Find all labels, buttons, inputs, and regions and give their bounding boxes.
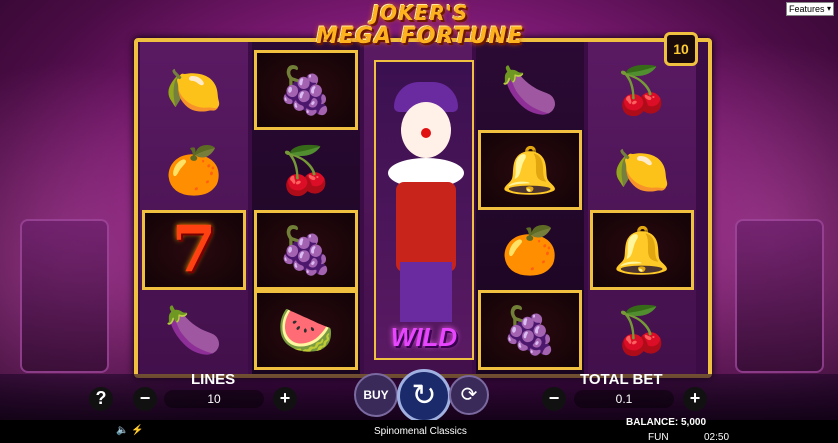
- lines-value: 10: [164, 390, 264, 408]
- logo-line2: MEGA FORTUNE: [316, 24, 524, 49]
- speed-icon[interactable]: ⚡: [131, 425, 143, 436]
- lines-plus-button[interactable]: +: [273, 387, 297, 411]
- symbol-orange: 🍊: [501, 224, 559, 276]
- features-select[interactable]: Features: [786, 2, 834, 16]
- lines-label: LINES: [191, 371, 236, 388]
- buy-button[interactable]: BUY: [354, 373, 398, 417]
- lines-count-badge: 10: [664, 32, 698, 66]
- joker-wild-symbol: [374, 60, 474, 360]
- joker-body: [396, 182, 456, 272]
- slot-machine-bg-right: [735, 219, 824, 373]
- symbol-cherry: 🍒: [277, 144, 335, 196]
- mode-text: FUN: [648, 432, 669, 443]
- bet-minus-button[interactable]: −: [542, 387, 566, 411]
- joker-legs: [400, 262, 452, 322]
- reel-2: 🍇 🍒 🍇 🍉: [252, 42, 360, 374]
- spin-button[interactable]: ↻: [397, 369, 451, 423]
- total-bet-value: 0.1: [574, 390, 674, 408]
- symbol-lemon: 🍋: [613, 144, 671, 196]
- game-logo: JOKER'S MEGA FORTUNE: [285, 2, 555, 54]
- help-button[interactable]: ?: [89, 387, 113, 411]
- symbol-orange: 🍊: [165, 144, 223, 196]
- symbol-bell: 🔔: [478, 130, 582, 210]
- balance-text: BALANCE: 5,000: [626, 417, 707, 428]
- symbol-watermelon: 🍉: [254, 290, 358, 370]
- symbol-grapes: 🍇: [254, 50, 358, 130]
- lines-minus-button[interactable]: −: [133, 387, 157, 411]
- wild-label: WILD: [390, 322, 458, 352]
- logo-line1: JOKER'S: [371, 1, 469, 25]
- symbol-plum: 🍆: [165, 304, 223, 356]
- sound-icon[interactable]: 🔈: [116, 425, 128, 436]
- slot-machine-bg-left: [20, 219, 109, 373]
- symbol-seven: 7: [142, 210, 246, 290]
- reels-frame: 🍋 🍊 7 🍆 🍇 🍒 🍇 🍉 WILD 🍆 🔔 🍊 🍇 🍒 🍋 🔔 🍒: [134, 38, 712, 378]
- symbol-cherry: 🍒: [613, 304, 671, 356]
- symbol-grapes: 🍇: [478, 290, 582, 370]
- clock-text: 02:50: [704, 432, 730, 443]
- total-bet-label: TOTAL BET: [580, 371, 663, 388]
- symbol-plum: 🍆: [501, 64, 559, 116]
- symbol-bell: 🔔: [590, 210, 694, 290]
- symbol-lemon: 🍋: [165, 64, 223, 116]
- reel-4: 🍆 🔔 🍊 🍇: [476, 42, 584, 374]
- joker-nose: [421, 128, 431, 138]
- bet-plus-button[interactable]: +: [683, 387, 707, 411]
- reel-1: 🍋 🍊 7 🍆: [140, 42, 248, 374]
- footer-bar: 🔈 ⚡ Spinomenal Classics BALANCE: 5,000 F…: [0, 417, 838, 443]
- autoplay-button[interactable]: ⟳: [449, 375, 489, 415]
- seven-glyph: 7: [171, 212, 217, 287]
- brand-name: Spinomenal Classics: [374, 426, 467, 437]
- reel-5: 🍒 🍋 🔔 🍒: [588, 42, 696, 374]
- symbol-grapes: 🍇: [254, 210, 358, 290]
